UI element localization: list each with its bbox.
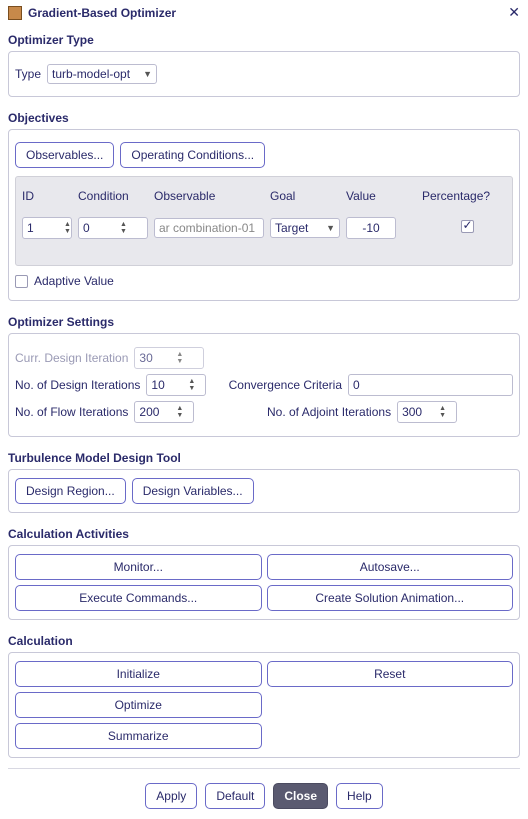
curr-design-iter-stepper[interactable]: ▲▼ — [134, 347, 204, 369]
chevron-up-icon[interactable]: ▲ — [120, 221, 127, 228]
chevron-up-icon[interactable]: ▲ — [176, 351, 183, 358]
objectives-table: ID Condition Observable Goal Value Perce… — [15, 176, 513, 266]
optimize-button[interactable]: Optimize — [15, 692, 262, 718]
no-flow-iter-input[interactable] — [135, 402, 173, 422]
objectives-group: Observables... Operating Conditions... I… — [8, 129, 520, 301]
monitor-button[interactable]: Monitor... — [15, 554, 262, 580]
optimizer-type-heading: Optimizer Type — [8, 29, 520, 49]
chevron-down-icon[interactable]: ▼ — [176, 358, 183, 365]
no-adjoint-iter-label: No. of Adjoint Iterations — [267, 405, 391, 419]
create-animation-button[interactable]: Create Solution Animation... — [267, 585, 514, 611]
design-region-button[interactable]: Design Region... — [15, 478, 126, 504]
calculation-group: Initialize Optimize Summarize Reset — [8, 652, 520, 758]
optimizer-settings-group: Curr. Design Iteration ▲▼ No. of Design … — [8, 333, 520, 437]
id-stepper[interactable]: ▲▼ — [22, 217, 72, 239]
table-row: ▲▼ ▲▼ ar combination-01 Target ▼ — [22, 213, 506, 257]
chevron-down-icon: ▼ — [143, 69, 152, 79]
app-icon — [8, 6, 22, 20]
turbulence-group: Design Region... Design Variables... — [8, 469, 520, 513]
observable-select[interactable]: ar combination-01 — [154, 218, 264, 238]
chevron-down-icon[interactable]: ▼ — [188, 385, 195, 392]
summarize-button[interactable]: Summarize — [15, 723, 262, 749]
goal-select[interactable]: Target ▼ — [270, 218, 340, 238]
no-design-iter-label: No. of Design Iterations — [15, 378, 140, 392]
operating-conditions-button[interactable]: Operating Conditions... — [120, 142, 265, 168]
goal-value: Target — [275, 221, 308, 235]
reset-button[interactable]: Reset — [267, 661, 514, 687]
value-input[interactable] — [346, 217, 396, 239]
dialog-footer: Apply Default Close Help — [8, 775, 520, 815]
close-icon[interactable]: ✕ — [508, 4, 520, 21]
calc-activities-heading: Calculation Activities — [8, 523, 520, 543]
condition-input[interactable] — [79, 218, 117, 238]
col-condition: Condition — [78, 189, 148, 203]
default-button[interactable]: Default — [205, 783, 265, 809]
col-id: ID — [22, 189, 72, 203]
initialize-button[interactable]: Initialize — [15, 661, 262, 687]
design-variables-button[interactable]: Design Variables... — [132, 478, 254, 504]
calc-activities-group: Monitor... Autosave... Execute Commands.… — [8, 545, 520, 620]
execute-commands-button[interactable]: Execute Commands... — [15, 585, 262, 611]
observables-button[interactable]: Observables... — [15, 142, 114, 168]
col-value: Value — [346, 189, 416, 203]
chevron-down-icon[interactable]: ▼ — [64, 228, 71, 235]
close-button[interactable]: Close — [273, 783, 328, 809]
titlebar: Gradient-Based Optimizer ✕ — [0, 0, 528, 29]
apply-button[interactable]: Apply — [145, 783, 197, 809]
curr-design-iter-label: Curr. Design Iteration — [15, 351, 128, 365]
conv-crit-input[interactable] — [348, 374, 513, 396]
col-percentage: Percentage? — [422, 189, 512, 203]
chevron-up-icon[interactable]: ▲ — [64, 221, 71, 228]
conv-crit-label: Convergence Criteria — [229, 378, 342, 392]
chevron-down-icon[interactable]: ▼ — [120, 228, 127, 235]
no-flow-iter-stepper[interactable]: ▲▼ — [134, 401, 194, 423]
chevron-up-icon[interactable]: ▲ — [188, 378, 195, 385]
help-button[interactable]: Help — [336, 783, 383, 809]
no-design-iter-stepper[interactable]: ▲▼ — [146, 374, 206, 396]
no-adjoint-iter-input[interactable] — [398, 402, 436, 422]
adaptive-value-checkbox[interactable] — [15, 275, 28, 288]
type-value: turb-model-opt — [52, 67, 130, 81]
chevron-down-icon[interactable]: ▼ — [439, 412, 446, 419]
col-observable: Observable — [154, 189, 264, 203]
no-adjoint-iter-stepper[interactable]: ▲▼ — [397, 401, 457, 423]
type-select[interactable]: turb-model-opt ▼ — [47, 64, 157, 84]
window-title: Gradient-Based Optimizer — [28, 6, 176, 20]
chevron-up-icon[interactable]: ▲ — [176, 405, 183, 412]
calculation-heading: Calculation — [8, 630, 520, 650]
chevron-down-icon: ▼ — [326, 223, 335, 233]
adaptive-value-label: Adaptive Value — [34, 274, 114, 288]
turbulence-heading: Turbulence Model Design Tool — [8, 447, 520, 467]
no-design-iter-input[interactable] — [147, 375, 185, 395]
observable-value: ar combination-01 — [159, 221, 255, 235]
curr-design-iter-input[interactable] — [135, 348, 173, 368]
optimizer-settings-heading: Optimizer Settings — [8, 311, 520, 331]
chevron-up-icon[interactable]: ▲ — [439, 405, 446, 412]
chevron-down-icon[interactable]: ▼ — [176, 412, 183, 419]
optimizer-type-group: Type turb-model-opt ▼ — [8, 51, 520, 97]
col-goal: Goal — [270, 189, 340, 203]
autosave-button[interactable]: Autosave... — [267, 554, 514, 580]
percentage-checkbox[interactable] — [461, 220, 474, 233]
type-label: Type — [15, 67, 41, 81]
divider — [8, 768, 520, 769]
condition-stepper[interactable]: ▲▼ — [78, 217, 148, 239]
no-flow-iter-label: No. of Flow Iterations — [15, 405, 128, 419]
objectives-heading: Objectives — [8, 107, 520, 127]
id-input[interactable] — [23, 218, 61, 238]
